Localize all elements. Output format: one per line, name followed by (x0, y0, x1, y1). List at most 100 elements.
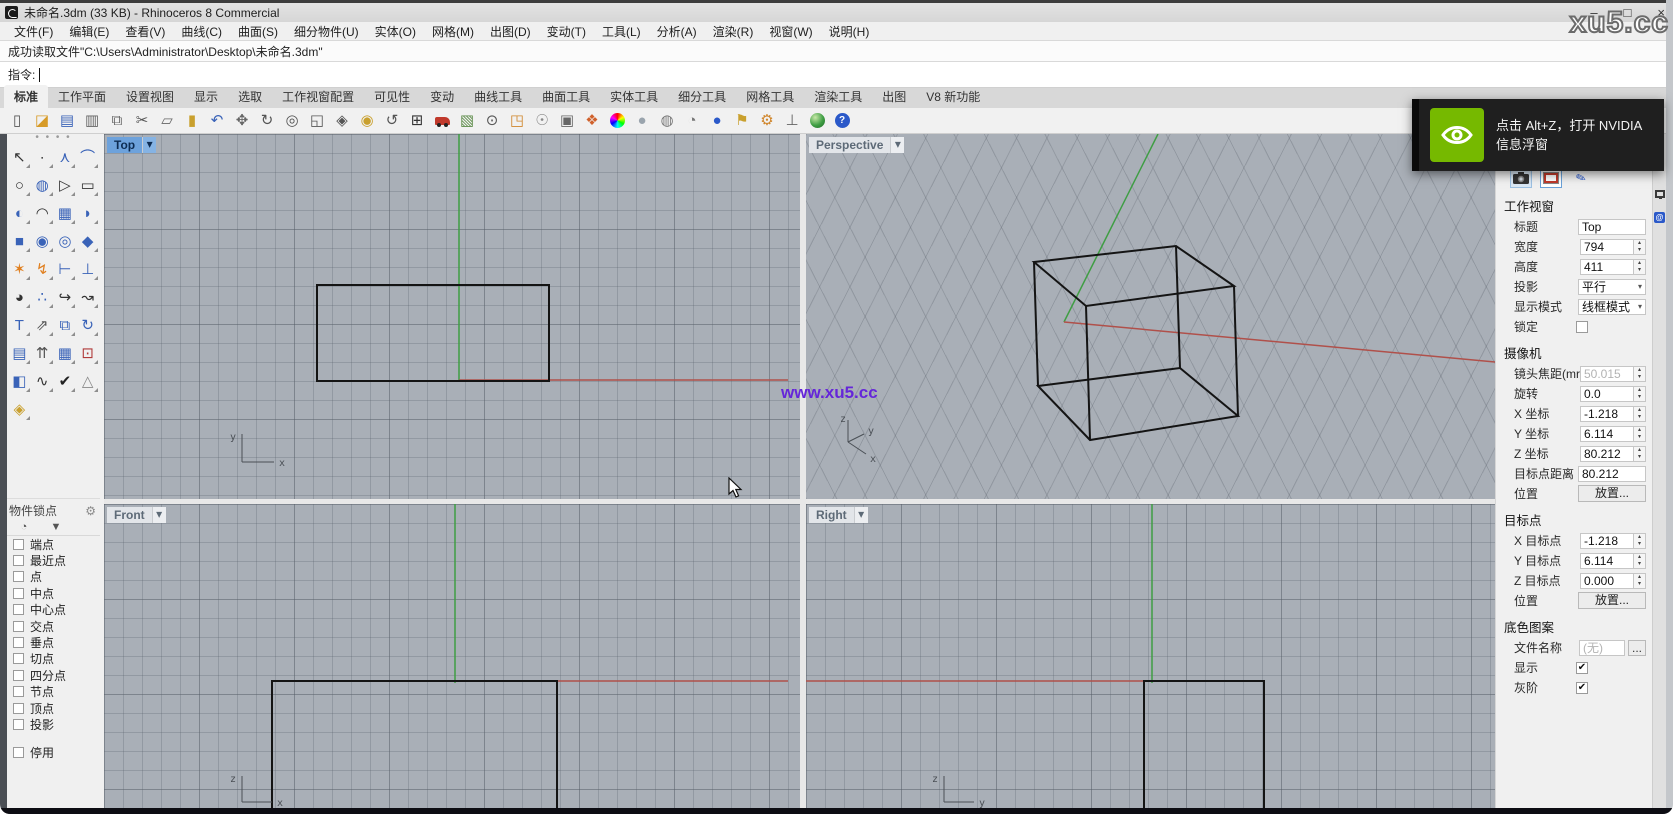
cut-icon[interactable]: ✂ (131, 110, 153, 132)
menu-item-14[interactable]: 说明(H) (821, 23, 878, 40)
osnap-checkbox[interactable] (13, 621, 24, 632)
spinner-down-icon[interactable]: ▾ (1634, 247, 1645, 254)
lamp-icon[interactable]: ☉ (531, 110, 553, 132)
osnap-gear-icon[interactable]: ⚙ (85, 504, 96, 518)
four-viewports-icon[interactable]: ⊞ (406, 110, 428, 132)
browse-button[interactable]: ... (1628, 640, 1646, 656)
prop-checkbox[interactable]: ✔ (1576, 682, 1588, 694)
close-button[interactable]: × (1657, 5, 1665, 20)
sphere-tool-icon[interactable]: ◉ (31, 230, 54, 252)
menu-item-8[interactable]: 出图(D) (482, 23, 539, 40)
rendered-sphere-icon[interactable]: ● (706, 110, 728, 132)
spinner[interactable]: ▴▾ (1634, 366, 1646, 382)
circle-tool-icon[interactable]: ○ (8, 174, 31, 196)
prop-value-box[interactable]: Top (1578, 219, 1646, 235)
prop-value-box[interactable]: 80.212 (1580, 446, 1634, 462)
restore-button[interactable]: □ (1624, 5, 1632, 20)
point-tool-icon[interactable]: ∙ (31, 146, 54, 168)
prop-checkbox[interactable] (1576, 321, 1588, 333)
surface-grid-tool-icon[interactable]: ▦ (54, 202, 77, 224)
box-outline-front[interactable] (272, 681, 557, 808)
minimize-button[interactable]: – (1590, 5, 1597, 20)
viewport-right-dropdown-icon[interactable]: ▾ (854, 507, 868, 523)
viewport-perspective-label[interactable]: Perspective▾ (809, 137, 904, 153)
osnap-checkbox[interactable] (13, 686, 24, 697)
web-help-icon[interactable]: @ (1654, 212, 1665, 223)
prop-value-box[interactable]: 6.114 (1580, 426, 1634, 442)
display-panel-icon[interactable] (1655, 190, 1665, 198)
osnap-checkbox[interactable] (13, 637, 24, 648)
map-icon[interactable]: ▧ (456, 110, 478, 132)
spinner-down-icon[interactable]: ▾ (1634, 541, 1645, 548)
rotate-view-icon[interactable]: ↻ (256, 110, 278, 132)
prop-dropdown[interactable]: 线框模式▾ (1578, 299, 1646, 315)
menu-item-2[interactable]: 查看(V) (117, 23, 173, 40)
cplane-icon[interactable]: ⊙ (481, 110, 503, 132)
box-outline-right[interactable] (1144, 681, 1264, 808)
menu-item-12[interactable]: 渲染(R) (705, 23, 762, 40)
prop-dropdown[interactable]: 平行▾ (1578, 279, 1646, 295)
box-wireframe[interactable] (1034, 246, 1238, 440)
toolbar-tab-9[interactable]: 曲面工具 (532, 85, 600, 108)
menu-item-4[interactable]: 曲面(S) (230, 23, 286, 40)
fillet-curve-tool-icon[interactable]: ↪ (54, 286, 77, 308)
spinner-up-icon[interactable]: ▴ (1634, 534, 1645, 541)
osnap-toggle-icon[interactable]: ◳ (506, 110, 528, 132)
spinner[interactable]: ▴▾ (1634, 426, 1646, 442)
new-file-icon[interactable]: ▯ (6, 110, 28, 132)
save-icon[interactable]: ▤ (56, 110, 78, 132)
prop-value-box[interactable]: -1.218 (1580, 533, 1634, 549)
block-tool-icon[interactable]: ⊡ (76, 342, 99, 364)
polygon-tool-icon[interactable]: ▷ (54, 174, 77, 196)
prop-value-box[interactable]: 411 (1580, 259, 1634, 275)
spinner[interactable]: ▴▾ (1634, 386, 1646, 402)
prop-checkbox[interactable]: ✔ (1576, 662, 1588, 674)
toolbar-tab-5[interactable]: 工作视窗配置 (272, 85, 364, 108)
spinner-down-icon[interactable]: ▾ (1634, 581, 1645, 588)
paint-tool-icon[interactable]: ◈ (8, 398, 31, 420)
osnap-checkbox[interactable] (13, 588, 24, 599)
osnap-checkbox[interactable] (13, 703, 24, 714)
toolbar-tab-10[interactable]: 实体工具 (600, 85, 668, 108)
viewport-top-label[interactable]: Top▾ (107, 137, 156, 153)
osnap-filter-tab-icon[interactable]: ▼ (45, 521, 67, 533)
copy-to-clipboard-icon[interactable]: ⧉ (106, 110, 128, 132)
spinner[interactable]: ▴▾ (1634, 259, 1646, 275)
split-tool-icon[interactable]: ⊢ (54, 258, 77, 280)
viewport-front-dropdown-icon[interactable]: ▾ (152, 507, 166, 523)
explode-tool-icon[interactable]: ✶ (8, 258, 31, 280)
menu-item-1[interactable]: 编辑(E) (61, 23, 117, 40)
copy-array-tool-icon[interactable]: ⧉ (54, 314, 77, 336)
blend-curve-tool-icon[interactable]: ↝ (76, 286, 99, 308)
spinner-up-icon[interactable]: ▴ (1634, 427, 1645, 434)
select-tool-icon[interactable]: ↖ (8, 146, 31, 168)
gear-options-icon[interactable]: ⚙ (756, 110, 778, 132)
spinner-down-icon[interactable]: ▾ (1634, 561, 1645, 568)
prop-value-box[interactable]: 50.015 (1580, 366, 1634, 382)
spinner-down-icon[interactable]: ▾ (1634, 374, 1645, 381)
spinner-up-icon[interactable]: ▴ (1634, 447, 1645, 454)
file-name-box[interactable]: (无) (1579, 640, 1625, 656)
extrude-tool-icon[interactable]: ⇈ (31, 342, 54, 364)
spinner[interactable]: ▴▾ (1634, 239, 1646, 255)
toolbar-tab-6[interactable]: 可见性 (364, 85, 420, 108)
point-cloud-tool-icon[interactable]: ∴ (31, 286, 54, 308)
wireframe-sphere-icon[interactable]: ◍ (656, 110, 678, 132)
copy-icon[interactable]: ▱ (156, 110, 178, 132)
prop-value-box[interactable]: 0.000 (1580, 573, 1634, 589)
spinner-up-icon[interactable]: ▴ (1634, 407, 1645, 414)
deform-tool-icon[interactable]: ◧ (8, 370, 31, 392)
spinner-up-icon[interactable]: ▴ (1634, 554, 1645, 561)
curve-tool-icon[interactable]: ⌒ (76, 146, 99, 168)
viewport-right-canvas[interactable]: Right▾ z y (806, 504, 1495, 808)
menu-item-10[interactable]: 工具(L) (594, 23, 649, 40)
toolbar-tab-0[interactable]: 标准 (4, 85, 48, 108)
menu-item-13[interactable]: 视窗(W) (761, 23, 820, 40)
osnap-snap-tab-icon[interactable]: ◔ (13, 521, 35, 533)
spinner-down-icon[interactable]: ▾ (1634, 267, 1645, 274)
curved-surface-tool-icon[interactable]: ◗ (76, 202, 99, 224)
viewport-properties-icon[interactable] (1540, 168, 1562, 188)
shaded-sphere-icon[interactable]: ● (631, 110, 653, 132)
prop-value-box[interactable]: 6.114 (1580, 553, 1634, 569)
osnap-checkbox[interactable] (13, 604, 24, 615)
